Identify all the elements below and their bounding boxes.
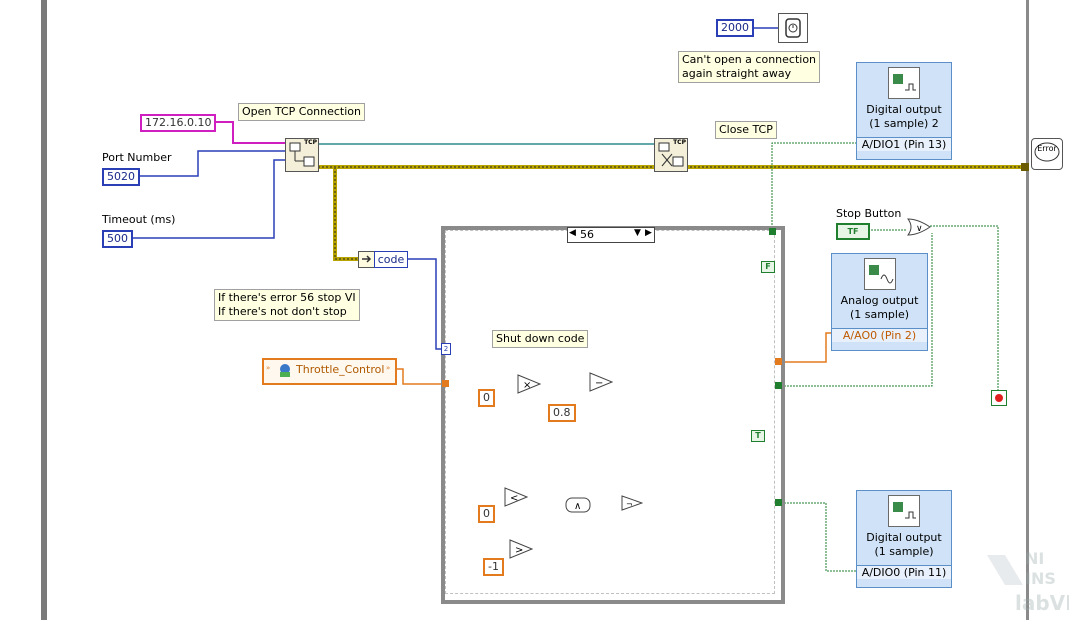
watermark-text-1: NI [1025,549,1045,568]
greater-than-node[interactable]: > [509,539,533,559]
digital-output-block-top[interactable]: Digital output (1 sample) 2 A/DIO1 (Pin … [856,62,952,160]
shared-variable-icon [280,364,290,377]
throttle-grip-right-icon: » [386,364,391,372]
port-number-control[interactable]: 5020 [102,168,140,186]
daq-digital-bottom-icon [888,495,920,527]
less-than-node[interactable]: < [504,487,528,507]
case-prev-arrow-icon[interactable]: ◀ [569,228,576,238]
analog-output-block[interactable]: Analog output (1 sample) A/AO0 (Pin 2) [831,253,928,351]
digital-top-title-1: Digital output [866,103,942,116]
cant-open-line-2: again straight away [682,67,792,80]
error56-line-1: If there's error 56 stop VI [218,291,356,304]
analog-out-tunnel [775,358,782,365]
daq-digital-icon [888,67,920,99]
shutdown-note: Shut down code [492,330,589,348]
ip-address-constant[interactable]: 172.16.0.10 [140,114,217,132]
throttle-label: Throttle_Control [296,363,385,376]
digital-top-channel[interactable]: A/DIO1 (Pin 13) [857,137,951,151]
throttle-wire [393,368,446,385]
gain-constant[interactable]: 0.8 [548,404,576,422]
case-structure-inner [445,230,775,594]
error-wire-branch [333,167,358,261]
digital-bottom-channel[interactable]: A/DIO0 (Pin 11) [857,565,951,579]
case-selector-terminal: 2 [441,343,451,355]
error56-line-2: If there's not don't stop [218,305,347,318]
multiply-node[interactable]: × [517,374,541,394]
stop-tunnel [775,382,782,389]
true-constant[interactable]: T [751,430,765,442]
svg-text:>: > [515,545,523,556]
error-handler-node[interactable]: Error [1031,138,1063,170]
analog-title-2: (1 sample) [849,308,910,321]
svg-text:¬: ¬ [626,500,633,509]
digital-bottom-title-1: Digital output [866,531,942,544]
throttle-grip-icon: » [266,364,271,372]
svg-text:−: − [595,378,603,389]
case-selector[interactable]: ◀ 56 ▼ ▶ [567,227,655,243]
digital-out-tunnel [775,499,782,506]
throttle-tunnel [442,380,449,387]
zero-constant-b[interactable]: 0 [478,505,495,523]
digital-bottom-title-2: (1 sample) [874,545,934,558]
port-number-label: Port Number [102,151,172,164]
svg-text:×: × [523,380,531,391]
case-dropdown-icon[interactable]: ▼ [634,228,641,238]
error56-note: If there's error 56 stop VI If there's n… [214,289,360,321]
tcp-open-caption: TCP [304,139,317,146]
open-tcp-note: Open TCP Connection [238,103,366,121]
or-node[interactable]: ∨ [906,218,932,236]
error-handler-caption: Error [1037,144,1057,153]
analog-title-1: Analog output [840,294,919,307]
svg-text:∧: ∧ [574,501,581,512]
tcp-close-caption: TCP [673,139,686,146]
digital-top-tunnel [769,228,776,235]
timeout-label: Timeout (ms) [102,213,176,226]
case-selector-value: 56 [580,228,594,241]
stop-button-label: Stop Button [836,207,902,220]
loop-stop-terminal[interactable] [991,390,1007,406]
stop-sign-icon [995,394,1003,402]
code-element[interactable]: code [374,251,408,268]
timeout-control[interactable]: 500 [102,230,133,248]
watermark-text-3: labVI [1015,591,1069,615]
neg-one-constant[interactable]: -1 [483,558,504,576]
wait-ms-constant[interactable]: 2000 [716,19,754,37]
digital-top-title-2: (1 sample) 2 [869,117,939,130]
cant-open-note: Can't open a connection again straight a… [678,51,821,83]
svg-text:∨: ∨ [916,224,923,234]
timeout-wire [128,159,285,239]
false-constant[interactable]: F [761,261,775,273]
error-wire-terminal [1021,163,1029,171]
case-next-arrow-icon[interactable]: ▶ [645,228,652,238]
and-node[interactable]: ∧ [565,497,591,513]
not-node[interactable]: ¬ [621,495,643,511]
subtract-node[interactable]: − [589,372,613,392]
throttle-control[interactable]: » Throttle_Control » [262,358,397,385]
ni-watermark: NI INS labVI [985,545,1069,620]
digital-output-block-bottom[interactable]: Digital output (1 sample) A/DIO0 (Pin 11… [856,490,952,588]
wait-timer-icon[interactable] [778,13,808,43]
analog-channel[interactable]: A/AO0 (Pin 2) [832,328,927,342]
close-tcp-note: Close TCP [715,121,777,139]
cant-open-line-1: Can't open a connection [682,53,817,66]
daq-analog-icon [863,258,896,290]
tcp-close-connection-node[interactable]: TCP [654,138,688,172]
tcp-open-connection-node[interactable]: TCP [285,138,319,172]
svg-text:<: < [510,493,518,504]
stop-button-terminal[interactable]: TF [836,223,870,240]
zero-constant-a[interactable]: 0 [478,389,495,407]
watermark-text-2: INS [1025,569,1056,588]
ip-wire [205,121,285,144]
